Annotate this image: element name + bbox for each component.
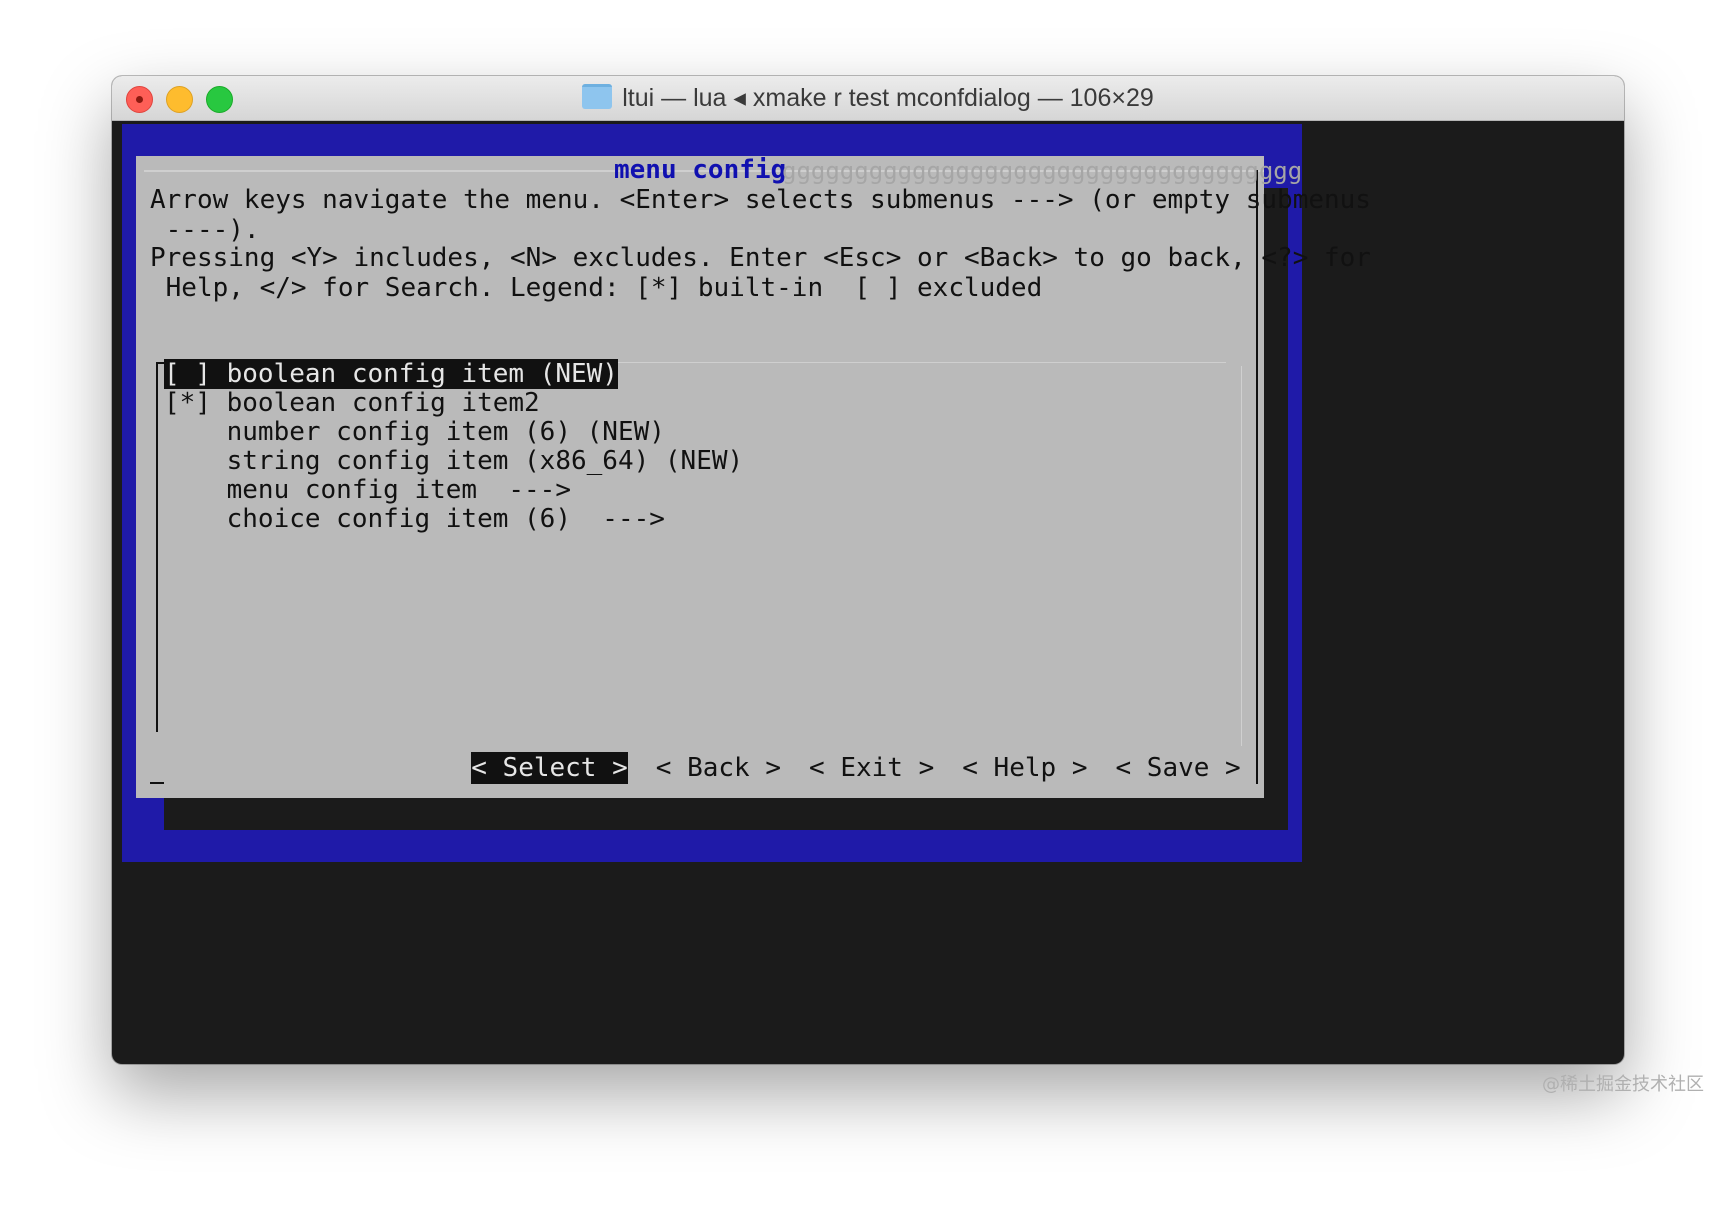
menu-config-dialog: menu config gggggggggggggggggggggggggggg… <box>136 155 1371 798</box>
menu-item-label: [ ] boolean config item (NEW) <box>164 359 618 389</box>
menu-item-label: number config item (6) (NEW) <box>164 417 665 447</box>
folder-icon <box>582 84 613 109</box>
title-bar[interactable]: ltui — lua ◂ xmake r test mconfdialog — … <box>112 76 1624 121</box>
terminal-screen[interactable]: menu config gggggggggggggggggggggggggggg… <box>122 124 1614 1058</box>
back-button[interactable]: < Back > <box>656 752 781 784</box>
menu-item-choice-config-item[interactable]: choice config item (6) ---> <box>164 503 665 535</box>
exit-button[interactable]: < Exit > <box>809 752 934 784</box>
menu-item-label: choice config item (6) ---> <box>164 504 665 534</box>
menu-box-border-left <box>156 362 158 732</box>
help-button[interactable]: < Help > <box>962 752 1087 784</box>
menu-item-label: string config item (x86_64) (NEW) <box>164 446 744 476</box>
menu-item-boolean-config-item[interactable]: [ ] boolean config item (NEW) <box>164 358 618 390</box>
menu-item-label: menu config item ---> <box>164 475 571 505</box>
menu-box-border-right <box>1241 366 1242 746</box>
menu-item-boolean-config-item2[interactable]: [*] boolean config item2 <box>164 387 540 419</box>
button-row: < Select > < Back > < Exit > < Help > < Save… <box>346 720 1269 784</box>
help-line-3: Pressing <Y> includes, <N> excludes. Ent… <box>150 243 1371 273</box>
window-title-text: ltui — lua ◂ xmake r test mconfdialog — … <box>622 84 1154 112</box>
watermark: @稀土掘金技术社区 <box>1542 1074 1704 1095</box>
menu-item-label: [*] boolean config item2 <box>164 388 540 418</box>
terminal-window: ltui — lua ◂ xmake r test mconfdialog — … <box>112 76 1624 1064</box>
dialog-title-trail: gggggggggggggggggggggggggggggggggggg <box>782 157 1303 185</box>
dialog-border-bottom <box>150 782 164 784</box>
help-line-1: Arrow keys navigate the menu. <Enter> se… <box>150 185 1371 215</box>
help-line-4: Help, </> for Search. Legend: [*] built-… <box>150 273 1043 303</box>
save-button[interactable]: < Save > <box>1115 752 1240 784</box>
select-button[interactable]: < Select > <box>471 752 628 784</box>
window-title: ltui — lua ◂ xmake r test mconfdialog — … <box>112 76 1624 120</box>
menu-item-string-config-item[interactable]: string config item (x86_64) (NEW) <box>164 445 744 477</box>
menu-item-menu-config-item[interactable]: menu config item ---> <box>164 474 571 506</box>
dialog-title: menu config <box>614 155 787 185</box>
menu-item-number-config-item[interactable]: number config item (6) (NEW) <box>164 416 665 448</box>
